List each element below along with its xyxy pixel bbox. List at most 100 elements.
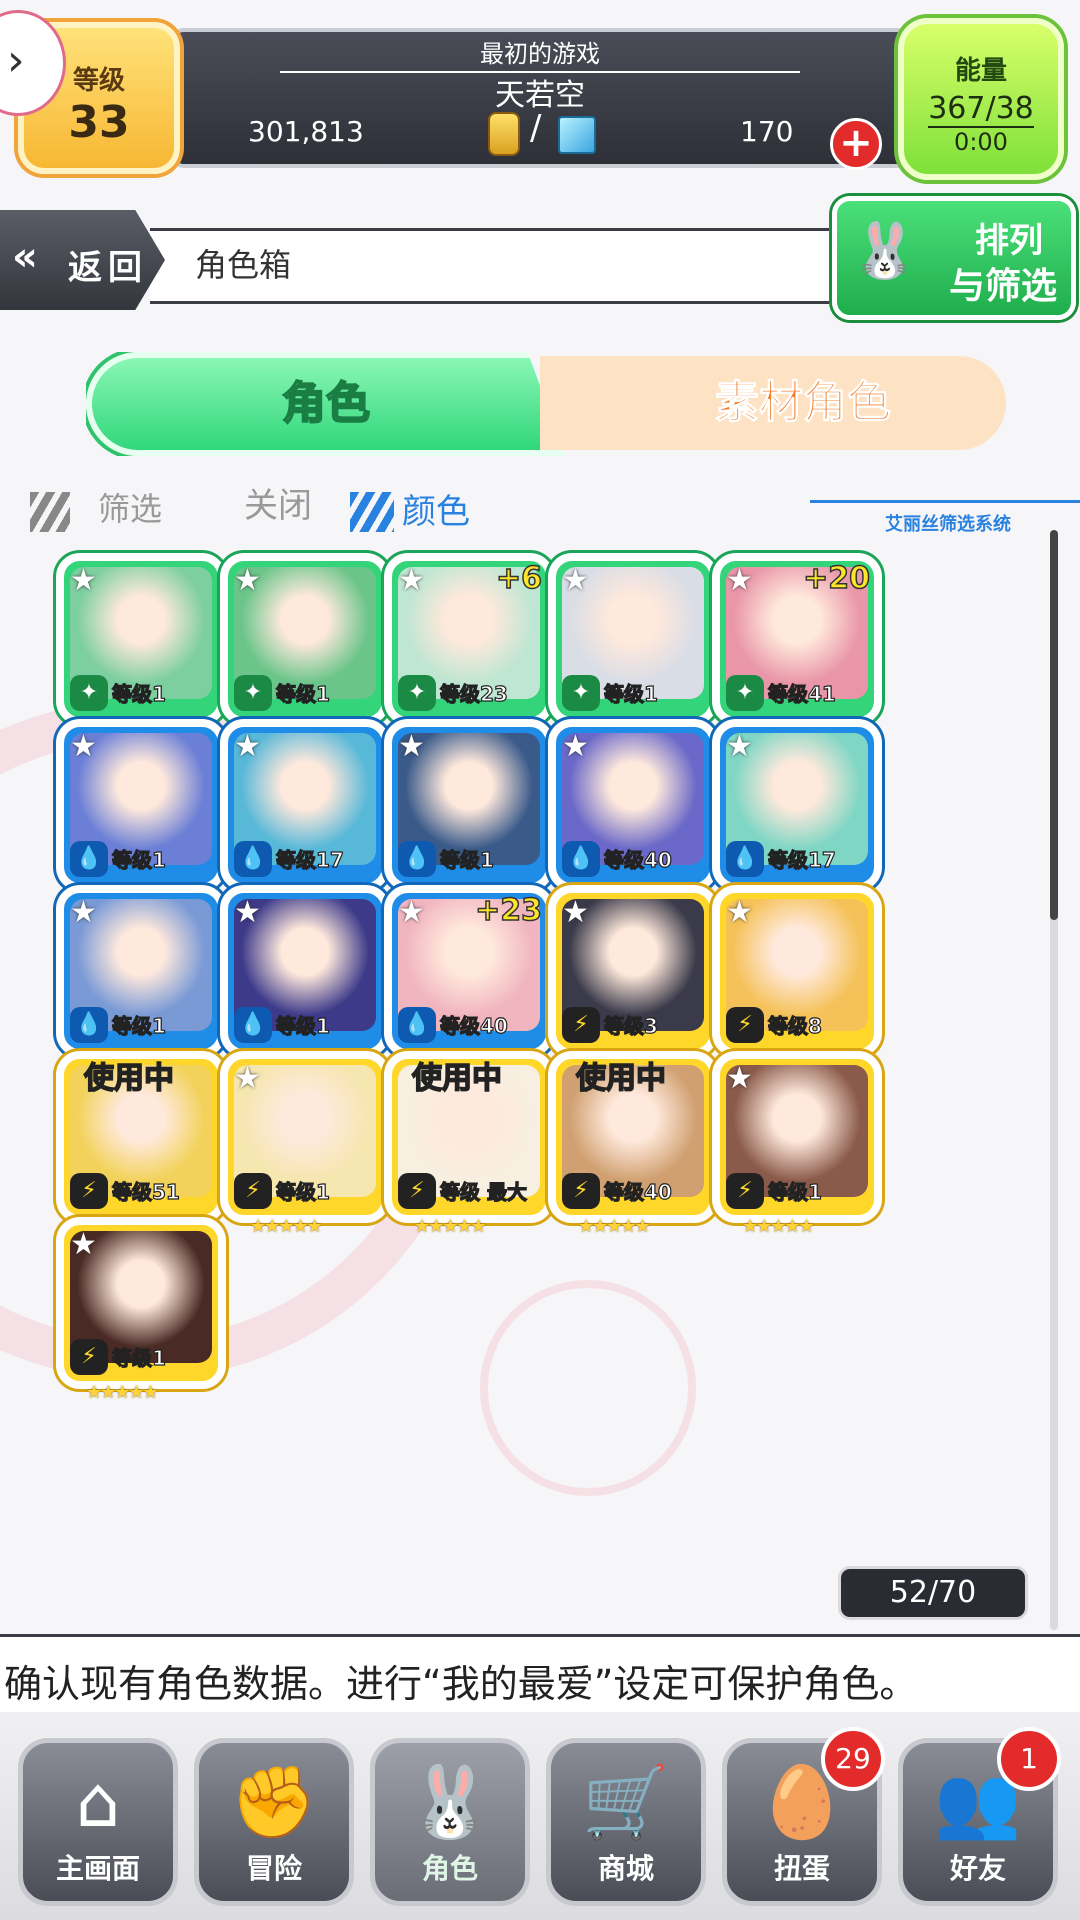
nav-home[interactable]: ⌂ 主画面 [18, 1738, 178, 1906]
character-card[interactable]: 使用中 ⚡ 等级 最大 ★★★★★ [384, 1051, 554, 1237]
water-element-icon: 💧 [398, 1007, 436, 1043]
rarity-stars: ★★★★★ [414, 1216, 487, 1237]
wind-element-icon: ✦ [562, 675, 600, 711]
in-use-badge: 使用中 [575, 1060, 667, 1097]
in-use-badge: 使用中 [411, 1060, 503, 1097]
water-element-icon: 💧 [562, 841, 600, 877]
tab-characters[interactable]: 角色 [86, 352, 566, 456]
character-card[interactable]: ★ ⚡ 等级1 ★★★★★ [712, 1051, 882, 1237]
favorite-star-icon[interactable]: ★ [234, 1061, 261, 1096]
character-card[interactable]: ★ ⚡ 等级1 ★★★★★ [56, 1217, 226, 1403]
character-card[interactable]: ★💧等级17★★★★ [712, 719, 882, 905]
character-card[interactable]: ★💧等级1★★★★★ [220, 885, 390, 1071]
character-level: 等级40 [439, 1013, 508, 1038]
handshake-icon: ✊ [230, 1761, 318, 1843]
character-level: 等级 最大 [439, 1179, 527, 1204]
character-level: 等级1 [439, 847, 494, 872]
lightning-element-icon: ⚡ [70, 1173, 108, 1209]
favorite-star-icon[interactable]: ★ [398, 563, 425, 598]
sort-filter-button[interactable]: 🐰 排列 与筛选 [832, 196, 1076, 320]
water-element-icon: 💧 [70, 1007, 108, 1043]
character-grid: ★✦等级1★★★★★★★✦等级1★★★★★★+6✦等级23★★★★★★✦等级1★… [56, 553, 1036, 1533]
favorite-star-icon[interactable]: ★ [398, 729, 425, 764]
add-currency-button[interactable]: + [830, 118, 882, 170]
character-card[interactable]: ★ ⚡ 等级1 ★★★★★ [220, 1051, 390, 1237]
character-card[interactable]: ★⚡等级8★★★★★ [712, 885, 882, 1071]
rarity-stars: ★★★★★ [742, 1216, 815, 1237]
sort-label-line1: 排列 [975, 221, 1043, 261]
energy-value: 367/38 [928, 91, 1034, 126]
nav-rabbit[interactable]: 🐰 角色 [370, 1738, 530, 1906]
tab-characters-label: 角色 [281, 377, 371, 430]
character-count: 52/70 [838, 1566, 1028, 1620]
page-title: 角色箱 [195, 246, 292, 284]
favorite-star-icon[interactable]: ★ [726, 1061, 753, 1096]
character-level: 等级8 [767, 1013, 822, 1038]
plus-value-badge: +6 [495, 560, 543, 597]
character-card[interactable]: ★✦等级1★★★★★★ [548, 553, 718, 739]
favorite-star-icon[interactable]: ★ [70, 563, 97, 598]
favorite-star-icon[interactable]: ★ [562, 563, 589, 598]
character-card[interactable]: ★+20✦等级41★★★★★ [712, 553, 882, 739]
character-level: 等级17 [275, 847, 344, 872]
favorite-star-icon[interactable]: ★ [234, 895, 261, 930]
currency-separator: / [530, 108, 542, 148]
gem-amount: 170 [740, 115, 794, 148]
favorite-star-icon[interactable]: ★ [562, 895, 589, 930]
nav-friends[interactable]: 👥 好友 1 [898, 1727, 1061, 1906]
coin-icon [488, 112, 520, 156]
rabbit-icon: 🐰 [406, 1761, 494, 1843]
scrollbar-thumb[interactable] [1050, 530, 1058, 920]
nav-egg[interactable]: 🥚 扭蛋 29 [722, 1727, 885, 1906]
filter-label[interactable]: 筛选 [98, 484, 162, 530]
favorite-star-icon[interactable]: ★ [234, 563, 261, 598]
filter-color[interactable]: 颜色 [402, 484, 470, 533]
character-level: 等级1 [111, 681, 166, 706]
character-level: 等级1 [275, 681, 330, 706]
tab-material-characters[interactable]: 素材角色 [540, 356, 1006, 450]
energy-label: 能量 [954, 56, 1007, 86]
favorite-star-icon[interactable]: ★ [70, 895, 97, 930]
filter-state[interactable]: 关闭 [244, 478, 312, 527]
character-card[interactable]: ★✦等级1★★★★★ [220, 553, 390, 739]
filter-row: 筛选 关闭 颜色 艾丽丝筛选系统 [30, 478, 1080, 538]
chevron-right-icon: › [7, 35, 25, 86]
character-card[interactable]: ★+6✦等级23★★★★★ [384, 553, 554, 739]
character-card[interactable]: ★💧等级1★★★★★ [384, 719, 554, 905]
character-card[interactable]: 使用中⚡等级51★★★★★ [56, 1051, 226, 1237]
nav-handshake[interactable]: ✊ 冒险 [194, 1738, 354, 1906]
favorite-star-icon[interactable]: ★ [562, 729, 589, 764]
character-level: 等级51 [111, 1179, 180, 1204]
character-level: 等级3 [603, 1013, 658, 1038]
wind-element-icon: ✦ [726, 675, 764, 711]
favorite-star-icon[interactable]: ★ [726, 563, 753, 598]
character-card[interactable]: ★+23💧等级40★★★★★ [384, 885, 554, 1071]
favorite-star-icon[interactable]: ★ [726, 895, 753, 930]
nav-cart[interactable]: 🛒 商城 [546, 1738, 706, 1906]
character-level: 等级1 [111, 1345, 166, 1370]
cart-icon: 🛒 [582, 1761, 670, 1843]
top-status-bar: 等级 33 › 最初的游戏 天若空 301,813 / 170 + 能量 367… [0, 0, 1080, 190]
back-button[interactable]: « 返回 [0, 210, 165, 310]
character-card[interactable]: ★💧等级1★★★★★ [56, 885, 226, 1071]
sort-label-line2: 与筛选 [949, 266, 1058, 307]
energy-badge[interactable]: 能量 367/38 0:00 [898, 18, 1064, 180]
character-level: 等级40 [603, 847, 672, 872]
character-level: 等级1 [111, 847, 166, 872]
favorite-star-icon[interactable]: ★ [398, 895, 425, 930]
nav-label: 冒险 [245, 1852, 302, 1885]
gem-icon [558, 116, 596, 154]
character-card[interactable]: ★⚡等级3★★★★★ [548, 885, 718, 1071]
favorite-star-icon[interactable]: ★ [726, 729, 753, 764]
character-card[interactable]: ★💧等级40★★★★★ [548, 719, 718, 905]
character-card[interactable]: ★💧等级17★★★★★ [220, 719, 390, 905]
favorite-star-icon[interactable]: ★ [70, 1227, 97, 1262]
character-card[interactable]: ★✦等级1★★★★★★ [56, 553, 226, 739]
character-card[interactable]: 使用中 ⚡ 等级40 ★★★★★ [548, 1051, 718, 1237]
character-card[interactable]: ★💧等级1★★★★ [56, 719, 226, 905]
favorite-star-icon[interactable]: ★ [70, 729, 97, 764]
lightning-element-icon: ⚡ [398, 1173, 436, 1209]
water-element-icon: 💧 [234, 841, 272, 877]
favorite-star-icon[interactable]: ★ [234, 729, 261, 764]
double-chevron-left-icon: « [12, 234, 38, 280]
